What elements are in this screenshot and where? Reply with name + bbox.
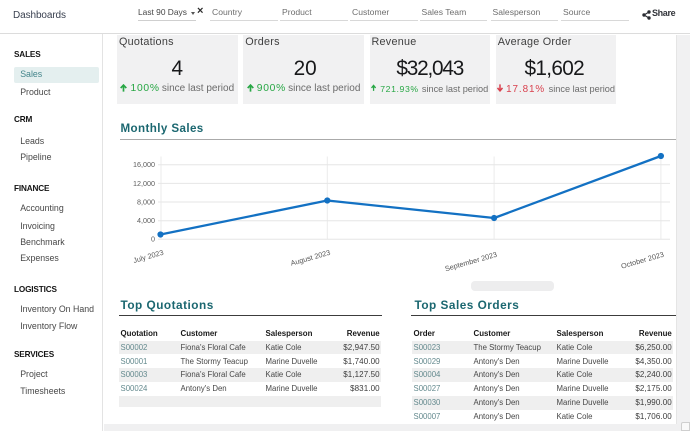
svg-text:September 2023: September 2023 [444, 250, 498, 274]
svg-text:0: 0 [151, 235, 155, 244]
svg-text:July 2023: July 2023 [132, 248, 165, 265]
svg-text:8,000: 8,000 [137, 197, 155, 206]
svg-text:October 2023: October 2023 [620, 250, 665, 271]
svg-text:4,000: 4,000 [137, 216, 155, 225]
svg-text:16,000: 16,000 [133, 160, 155, 169]
svg-text:August 2023: August 2023 [289, 248, 331, 268]
svg-text:12,000: 12,000 [133, 179, 155, 188]
